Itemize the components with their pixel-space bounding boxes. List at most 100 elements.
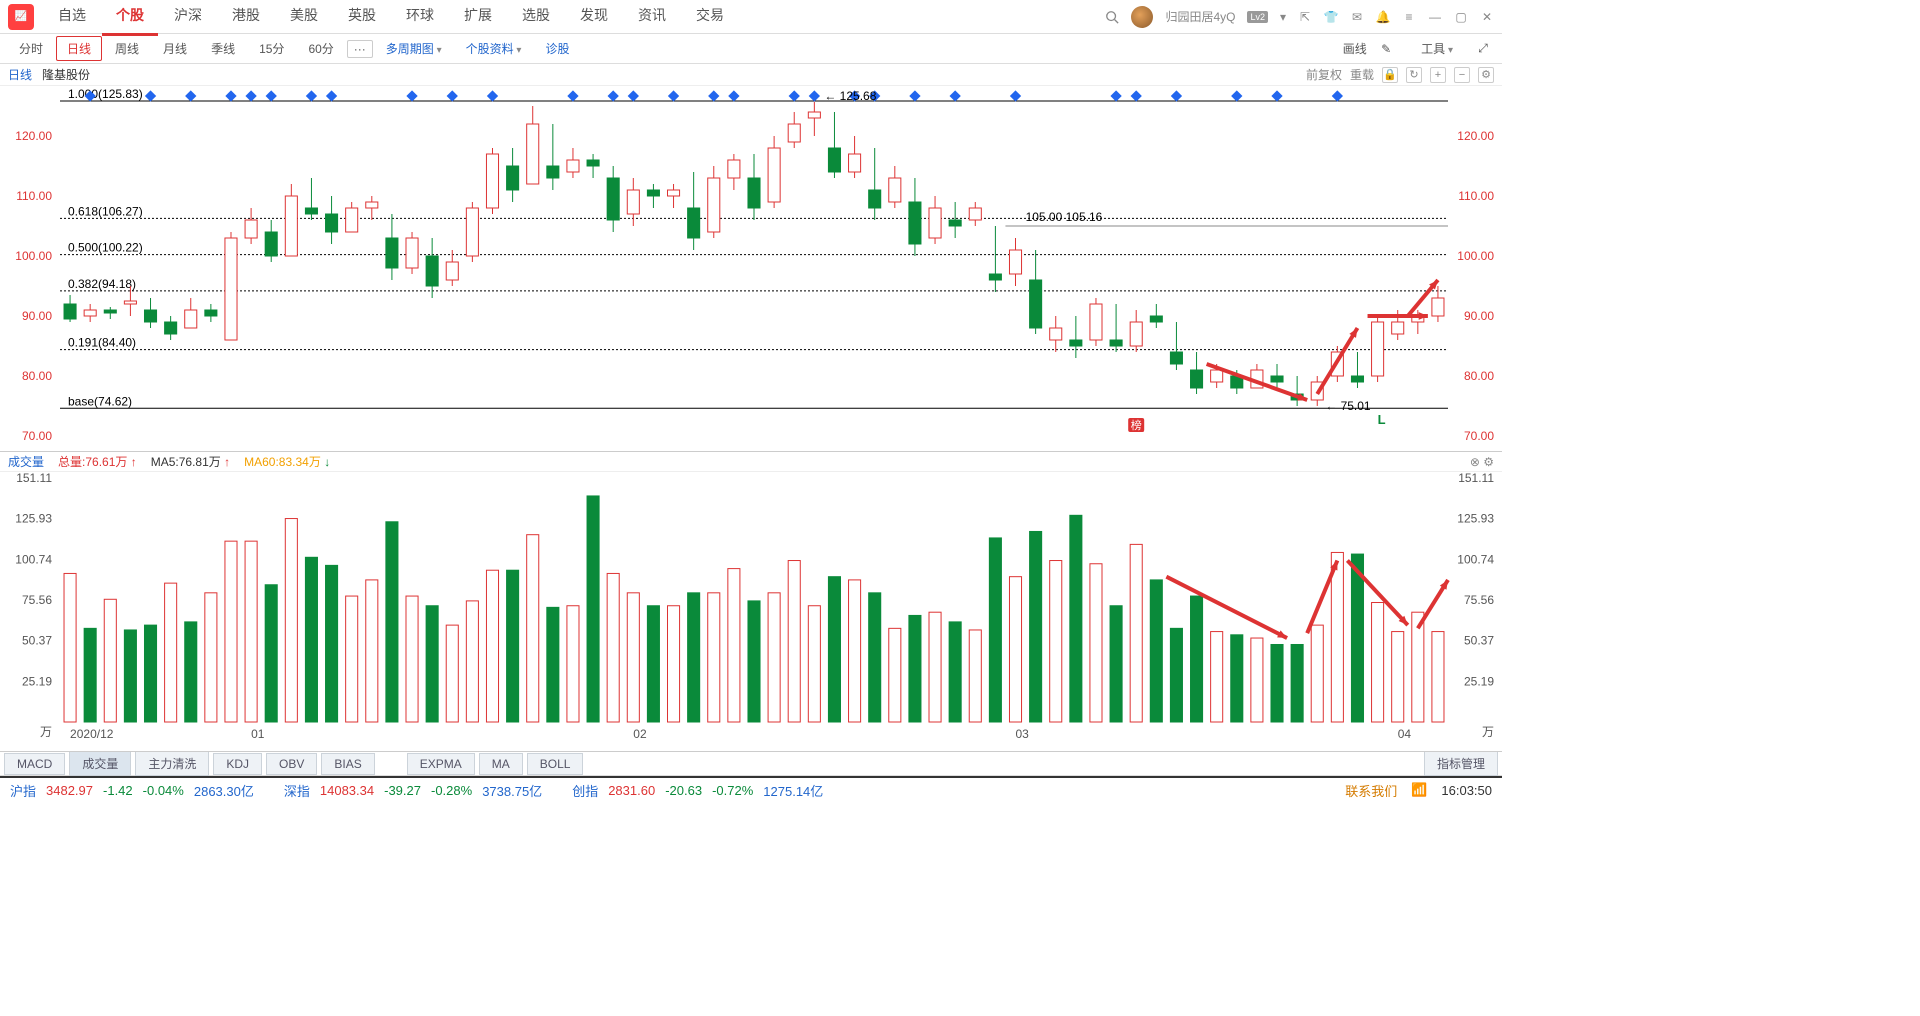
main-tab-5[interactable]: 英股 (334, 0, 390, 36)
main-tab-6[interactable]: 环球 (392, 0, 448, 36)
expand-icon[interactable]: ⤢ (1472, 42, 1494, 56)
search-icon[interactable] (1105, 10, 1119, 24)
svg-text:25.19: 25.19 (1464, 674, 1494, 688)
diagnose-link[interactable]: 诊股 (534, 36, 580, 61)
indicator-tab-EXPMA[interactable]: EXPMA (407, 753, 475, 775)
chart-header: 日线 隆基股份 前复权 重载 🔒 ↻ + − ⚙ (0, 64, 1502, 86)
indicator-tab-成交量[interactable]: 成交量 (69, 751, 131, 776)
svg-text:← 125.68: ← 125.68 (824, 89, 876, 103)
index-sh-chg: -1.42 (103, 783, 133, 798)
period-tab-1[interactable]: 日线 (56, 36, 102, 61)
main-tab-9[interactable]: 发现 (566, 0, 622, 36)
svg-text:1.000(125.83): 1.000(125.83) (68, 87, 143, 101)
index-cy-label[interactable]: 创指 (572, 781, 598, 800)
volume-ma60: MA60:83.34万 ↓ (244, 453, 330, 470)
panel-close-icon[interactable]: ⊗ ⚙ (1470, 455, 1494, 469)
index-sh-label[interactable]: 沪指 (10, 781, 36, 800)
volume-chart[interactable]: 25.1925.1950.3750.3775.5675.56100.74100.… (0, 472, 1502, 752)
indicator-tab-KDJ[interactable]: KDJ (213, 753, 262, 775)
tools-dropdown[interactable]: 工具 (1410, 36, 1464, 61)
period-tabs: 分时日线周线月线季线15分60分 (8, 36, 345, 61)
main-tab-8[interactable]: 选股 (508, 0, 564, 36)
price-chart[interactable]: 70.0070.0080.0080.0090.0090.00100.00100.… (0, 86, 1502, 452)
svg-text:120.00: 120.00 (15, 129, 52, 143)
indicator-tab-BOLL[interactable]: BOLL (527, 753, 584, 775)
svg-text:0.382(94.18): 0.382(94.18) (68, 277, 136, 291)
volume-ma5: MA5:76.81万 ↑ (151, 453, 230, 470)
period-tab-0[interactable]: 分时 (8, 36, 54, 61)
username[interactable]: 归园田居4yQ (1165, 8, 1235, 25)
svg-text:125.93: 125.93 (1457, 512, 1494, 526)
index-sh-amt: 2863.30亿 (194, 781, 254, 800)
multi-period-dropdown[interactable]: 多周期图 (375, 36, 453, 61)
top-menu-bar: 📈 自选个股沪深港股美股英股环球扩展选股发现资讯交易 归园田居4yQ Lv2 ▾… (0, 0, 1502, 34)
gear-icon[interactable]: ⚙ (1478, 67, 1494, 83)
bell-icon[interactable]: 🔔 (1376, 10, 1390, 24)
period-more[interactable]: ··· (347, 40, 373, 58)
chevron-down-icon[interactable]: ▾ (1280, 10, 1286, 24)
period-tab-5[interactable]: 15分 (248, 36, 295, 61)
close-icon[interactable]: ✕ (1480, 10, 1494, 24)
svg-text:50.37: 50.37 (22, 634, 52, 648)
reload-button[interactable]: 重载 (1350, 66, 1374, 83)
period-tab-4[interactable]: 季线 (200, 36, 246, 61)
main-tab-10[interactable]: 资讯 (624, 0, 680, 36)
maximize-icon[interactable]: ▢ (1454, 10, 1468, 24)
indicator-tab-BIAS[interactable]: BIAS (321, 753, 374, 775)
volume-total: 总量:76.61万 ↑ (58, 453, 137, 470)
indicator-tab-MACD[interactable]: MACD (4, 753, 65, 775)
indicator-tab-MA[interactable]: MA (479, 753, 523, 775)
stock-name: 隆基股份 (42, 66, 90, 83)
list-icon[interactable]: ≡ (1402, 10, 1416, 24)
stock-info-dropdown[interactable]: 个股资料 (455, 36, 533, 61)
main-tab-4[interactable]: 美股 (276, 0, 332, 36)
main-tab-7[interactable]: 扩展 (450, 0, 506, 36)
indicator-manage[interactable]: 指标管理 (1424, 751, 1498, 776)
period-tab-2[interactable]: 周线 (104, 36, 150, 61)
indicator-tab-OBV[interactable]: OBV (266, 753, 317, 775)
svg-text:90.00: 90.00 (1464, 309, 1494, 323)
reinstate-mode[interactable]: 前复权 (1306, 66, 1342, 83)
index-sz-pct: -0.28% (431, 783, 472, 798)
index-sz-val: 14083.34 (320, 783, 374, 798)
period-tab-3[interactable]: 月线 (152, 36, 198, 61)
main-tab-11[interactable]: 交易 (682, 0, 738, 36)
zoom-out-icon[interactable]: − (1454, 67, 1470, 83)
avatar[interactable] (1131, 6, 1153, 28)
popout-icon[interactable]: ⇱ (1298, 10, 1312, 24)
svg-text:100.00: 100.00 (1457, 249, 1494, 263)
main-tab-3[interactable]: 港股 (218, 0, 274, 36)
tshirt-icon[interactable]: 👕 (1324, 10, 1338, 24)
contact-link[interactable]: 联系我们 (1345, 781, 1397, 800)
refresh-icon[interactable]: ↻ (1406, 67, 1422, 83)
index-sz-chg: -39.27 (384, 783, 421, 798)
lock-icon[interactable]: 🔒 (1382, 67, 1398, 83)
zoom-in-icon[interactable]: + (1430, 67, 1446, 83)
svg-text:01: 01 (251, 727, 265, 741)
indicator-tab-主力清洗[interactable]: 主力清洗 (135, 751, 209, 776)
svg-text:80.00: 80.00 (22, 369, 52, 383)
main-tab-2[interactable]: 沪深 (160, 0, 216, 36)
mail-icon[interactable]: ✉ (1350, 10, 1364, 24)
volume-header: 成交量 总量:76.61万 ↑ MA5:76.81万 ↑ MA60:83.34万… (0, 452, 1502, 472)
draw-line-tool[interactable]: 画线 ✎ (1321, 36, 1402, 61)
index-sz-label[interactable]: 深指 (284, 781, 310, 800)
svg-text:120.00: 120.00 (1457, 129, 1494, 143)
svg-text:100.74: 100.74 (1457, 552, 1494, 566)
top-menu-right: 归园田居4yQ Lv2 ▾ ⇱ 👕 ✉ 🔔 ≡ — ▢ ✕ (1105, 6, 1494, 28)
svg-text:2020/12: 2020/12 (70, 727, 114, 741)
signal-icon: 📶 (1411, 782, 1427, 798)
index-sh-val: 3482.97 (46, 783, 93, 798)
main-tab-0[interactable]: 自选 (44, 0, 100, 36)
svg-text:02: 02 (633, 727, 647, 741)
svg-text:L: L (1378, 412, 1386, 427)
period-tab-6[interactable]: 60分 (297, 36, 344, 61)
status-bar: 沪指 3482.97 -1.42 -0.04% 2863.30亿 深指 1408… (0, 776, 1502, 802)
main-tab-1[interactable]: 个股 (102, 0, 158, 36)
minimize-icon[interactable]: — (1428, 10, 1442, 24)
svg-text:100.00: 100.00 (15, 249, 52, 263)
period-toolbar: 分时日线周线月线季线15分60分 ··· 多周期图 个股资料 诊股 画线 ✎ 工… (0, 34, 1502, 64)
svg-text:105.00 105.16: 105.00 105.16 (1026, 210, 1103, 224)
svg-text:80.00: 80.00 (1464, 369, 1494, 383)
svg-text:151.11: 151.11 (16, 472, 52, 485)
